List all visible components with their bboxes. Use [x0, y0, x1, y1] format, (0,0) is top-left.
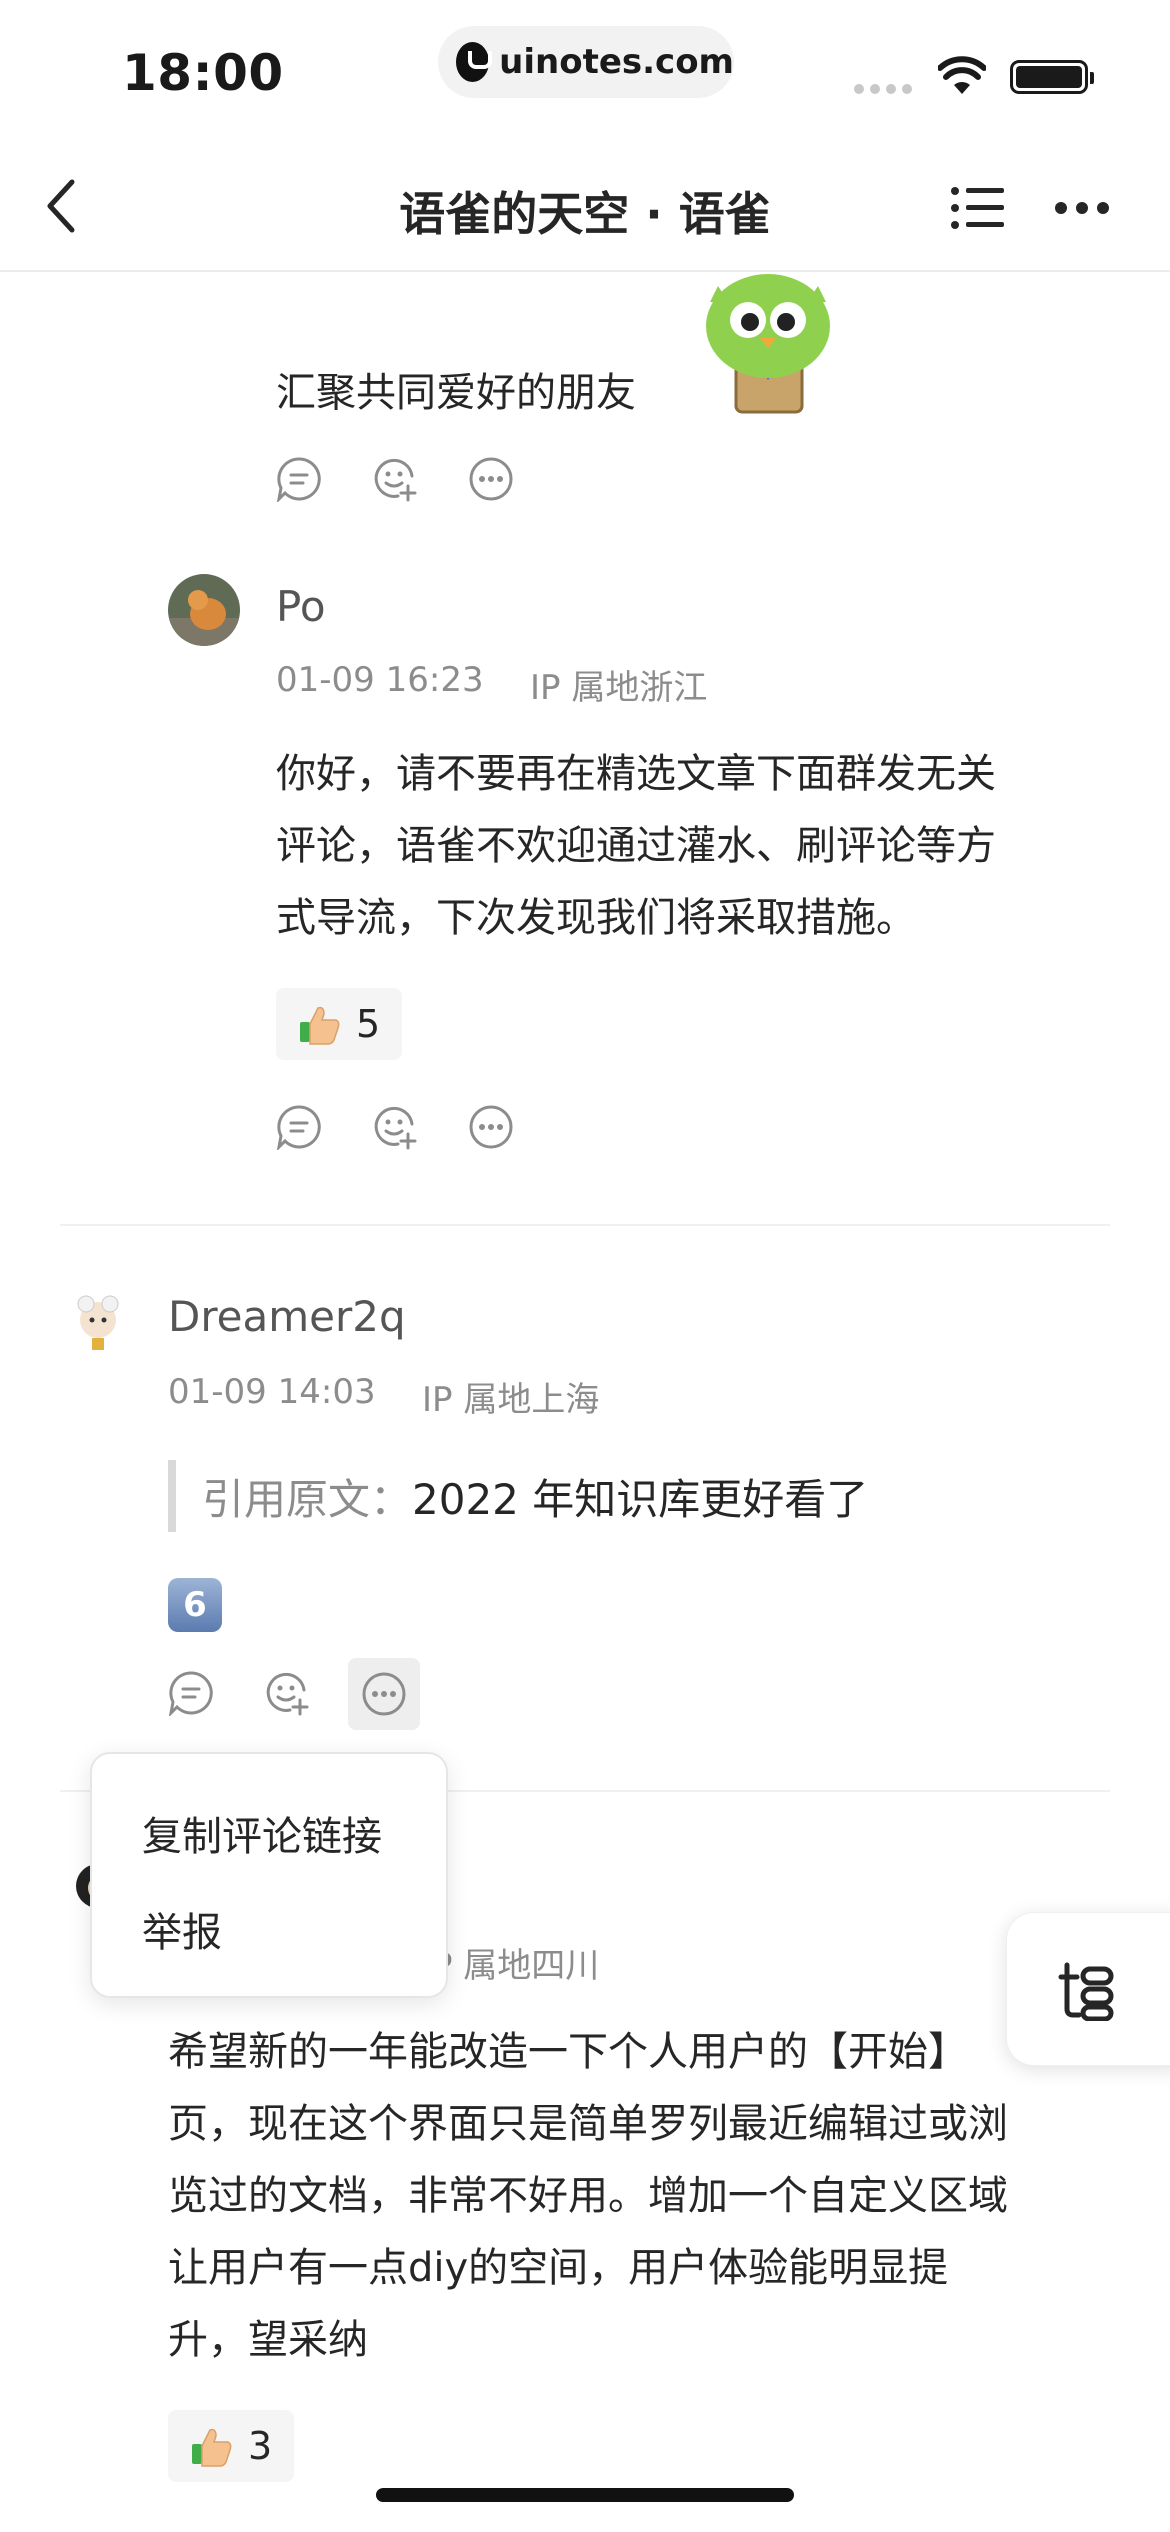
avatar[interactable] — [168, 574, 240, 646]
report-menu-item[interactable]: 举报 — [142, 1900, 222, 1958]
add-reaction-icon[interactable] — [264, 1670, 310, 1716]
thumbs-up-icon — [192, 2428, 232, 2467]
url-pill[interactable]: uinotes.com — [438, 26, 734, 98]
keycap-emoji: 6 — [168, 1578, 222, 1632]
bird-sticker-icon — [706, 274, 830, 414]
battery-icon — [1010, 60, 1094, 94]
ip-location: P 属地四川 — [432, 1946, 600, 1986]
cellular-signal-icon — [854, 84, 914, 94]
more-dots-icon[interactable] — [1054, 200, 1110, 216]
quote-text: 2022 年知识库更好看了 — [412, 1474, 869, 1524]
author-name[interactable]: Po — [276, 582, 326, 631]
reply-icon[interactable] — [168, 1670, 214, 1716]
outline-float-button[interactable] — [1006, 1912, 1170, 2066]
like-reaction[interactable]: 3 — [168, 2410, 295, 2482]
reply-icon[interactable] — [276, 456, 322, 502]
comment-date: 01-09 16:23 — [276, 660, 484, 700]
site-logo-icon — [456, 42, 493, 82]
wifi-icon — [938, 56, 986, 94]
url-text: uinotes.com — [499, 42, 734, 82]
comment-action-menu: 复制评论链接 举报 — [90, 1752, 448, 1998]
comment-line: 览过的文档，非常不好用。增加一个自定义区域 — [168, 2173, 1008, 2219]
comment-line: 页，现在这个界面只是简单罗列最近编辑过或浏 — [168, 2101, 1008, 2147]
keycap-digit: 6 — [183, 1585, 207, 1625]
more-actions-icon[interactable] — [468, 1104, 514, 1150]
comment-line: 式导流，下次发现我们将采取措施。 — [276, 895, 916, 941]
quote-label: 引用原文： — [202, 1474, 413, 1524]
outline-tree-icon — [1058, 1962, 1114, 2021]
status-time: 18:00 — [122, 44, 284, 102]
add-reaction-icon[interactable] — [372, 456, 418, 502]
comment-line: 升，望采纳 — [168, 2317, 368, 2363]
avatar[interactable] — [62, 1286, 134, 1358]
nav-divider — [0, 270, 1170, 272]
comment-line: 你好，请不要再在精选文章下面群发无关 — [276, 751, 996, 797]
ip-location: IP 属地浙江 — [530, 668, 708, 708]
more-actions-button[interactable] — [348, 1658, 420, 1730]
home-indicator — [376, 2488, 794, 2502]
comment-line: 让用户有一点diy的空间，用户体验能明显提 — [168, 2245, 949, 2291]
like-count: 3 — [248, 2424, 273, 2468]
add-reaction-icon[interactable] — [372, 1104, 418, 1150]
table-of-contents-icon[interactable] — [950, 184, 1006, 232]
comment-divider — [60, 1224, 1110, 1226]
more-actions-icon[interactable] — [468, 456, 514, 502]
like-count: 5 — [356, 1002, 381, 1046]
comment-line: 评论，语雀不欢迎通过灌水、刷评论等方 — [276, 823, 996, 869]
author-name[interactable]: Dreamer2q — [168, 1292, 406, 1341]
quote-block: 引用原文： 2022 年知识库更好看了 — [168, 1460, 868, 1532]
reply-icon[interactable] — [276, 1104, 322, 1150]
comment-text: 汇聚共同爱好的朋友 — [276, 370, 636, 416]
more-actions-icon — [362, 1672, 406, 1716]
ip-location: IP 属地上海 — [422, 1380, 600, 1420]
comment-date: 01-09 14:03 — [168, 1372, 376, 1412]
comment-line: 希望新的一年能改造一下个人用户的【开始】 — [168, 2029, 968, 2075]
thumbs-up-icon — [300, 1006, 340, 1045]
copy-comment-link-menu-item[interactable]: 复制评论链接 — [142, 1804, 382, 1862]
like-reaction[interactable]: 5 — [276, 988, 403, 1060]
